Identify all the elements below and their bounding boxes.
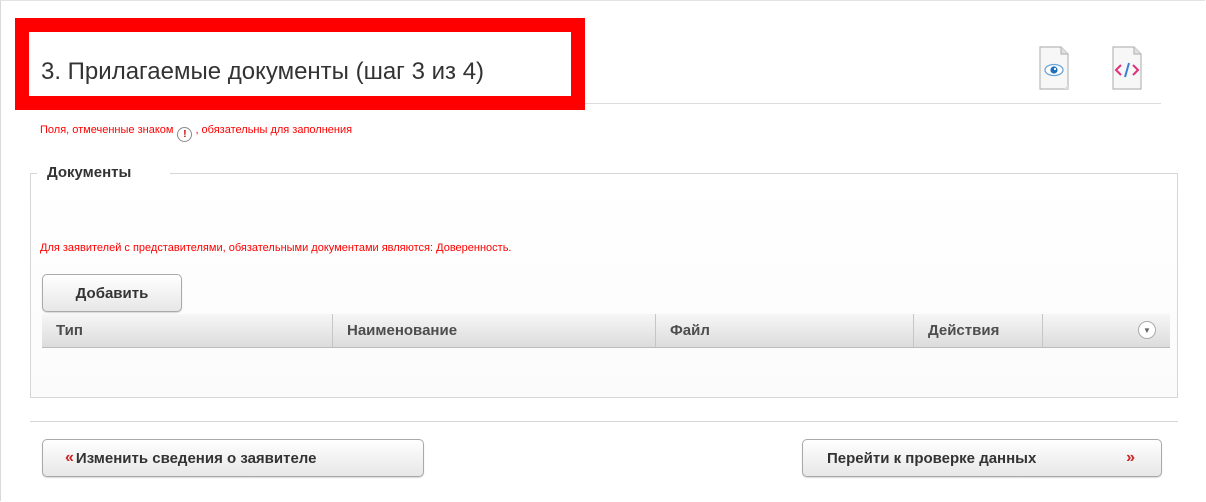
required-fields-note: Поля, отмеченные знаком ! , обязательны … [40,122,353,142]
required-note-text: Поля, отмеченные знаком [40,123,174,136]
title-divider [585,103,1161,104]
fieldset-border [30,173,37,174]
double-chevron-right-icon: » [1126,449,1135,466]
next-button-label: Перейти к проверке данных [827,449,1037,467]
code-document-icon[interactable] [1110,45,1144,93]
required-documents-warning: Для заявителей с представителями, обязат… [40,242,512,254]
eye-document-icon[interactable] [1037,45,1071,93]
documents-table-header: Тип Наименование Файл Действия ▼ [42,314,1170,348]
column-menu-chevron-down-icon[interactable]: ▼ [1138,321,1156,339]
footer-divider [30,421,1178,422]
documents-legend: Документы [47,164,138,181]
back-button-label: Изменить сведения о заявителе [75,449,317,467]
required-note-text-end: , обязательны для заполнения [195,123,353,136]
page-title: 3. Прилагаемые документы (шаг 3 из 4) [41,58,485,85]
back-to-applicant-button[interactable]: « Изменить сведения о заявителе [42,439,424,477]
column-header-actions[interactable]: Действия [914,314,1043,347]
column-header-type[interactable]: Тип [42,314,333,347]
add-document-button[interactable]: Добавить [42,274,182,312]
column-header-file[interactable]: Файл [656,314,914,347]
fieldset-border [170,173,1178,174]
double-chevron-left-icon: « [65,449,74,466]
go-to-review-button[interactable]: Перейти к проверке данных » [802,439,1162,477]
column-header-name[interactable]: Наименование [333,314,656,347]
documents-fieldset [30,173,1178,398]
